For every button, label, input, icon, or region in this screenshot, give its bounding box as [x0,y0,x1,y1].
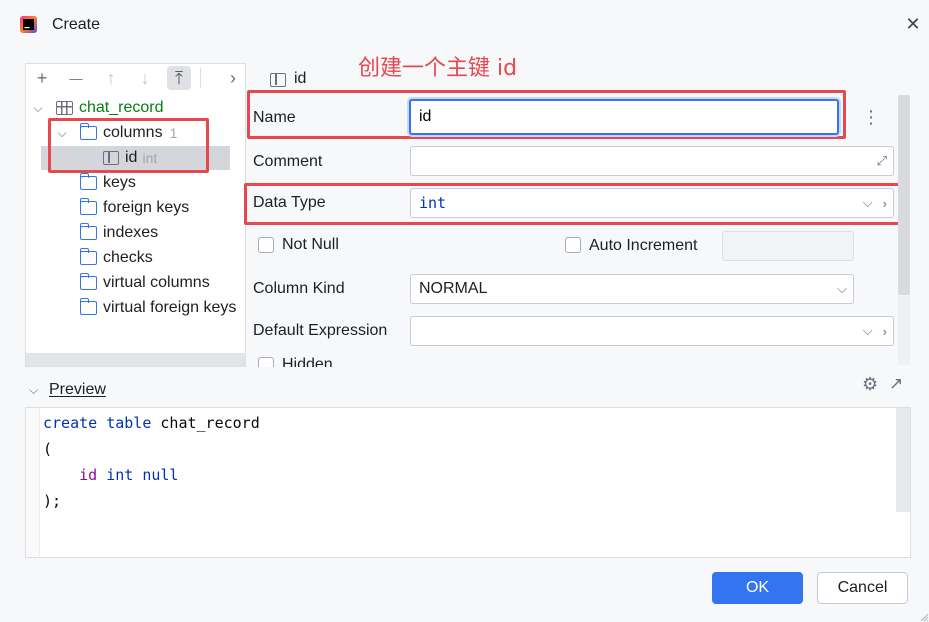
not-null-label: Not Null [282,236,339,253]
default-expression-label: Default Expression [253,322,388,339]
code-line: ); [43,492,62,510]
datatype-label: Data Type [253,194,326,211]
tree-item-virtual-foreign-keys[interactable]: virtual foreign keys [80,296,245,320]
column-header-title: id [294,70,307,87]
tree-item-label: checks [103,249,153,266]
preview-scrollbar[interactable] [896,408,910,512]
folder-icon [79,248,97,265]
chevron-right-icon[interactable]: › [883,324,887,339]
open-external-icon[interactable]: ↗ [889,374,903,394]
not-null-checkbox[interactable] [258,237,274,253]
dropdown-arrows[interactable]: ⌵ › [863,189,887,217]
chevron-down-icon[interactable]: ⌵ [863,195,873,211]
column-kind-select[interactable]: NORMAL ⌵ [410,274,854,304]
table-icon [56,101,73,115]
tree-item-indexes[interactable]: indexes [79,221,159,245]
highlight-box [48,118,209,173]
preview-code: create table chat_record ( id int null )… [43,410,260,514]
tree-item-table[interactable]: ⌵ chat_record [30,96,244,120]
app-logo-icon [20,16,37,33]
code-line: create table chat_record [43,410,260,436]
code-keyword: create table [43,414,161,432]
default-expression-dropdown[interactable]: ⌵ › [410,316,894,346]
auto-increment-label: Auto Increment [589,237,698,254]
comment-label: Comment [253,153,323,170]
chevron-down-icon[interactable]: ⌵ [863,323,873,339]
remove-button[interactable]: — [64,66,88,90]
column-kind-label: Column Kind [253,280,345,297]
window-title: Create [52,16,101,33]
folder-icon [79,198,97,215]
move-up-button[interactable]: ↑ [99,66,123,90]
close-icon[interactable]: ✕ [903,14,923,34]
cancel-button[interactable]: Cancel [817,572,908,604]
expand-icon[interactable]: ⤢ [877,147,887,175]
table-name: chat_record [79,99,164,116]
code-line: ( [43,440,53,458]
column-kind-value: NORMAL [419,280,488,297]
form-scrollbar-thumb[interactable] [898,95,910,295]
tree-item-foreign-keys[interactable]: foreign keys [79,196,190,220]
chevron-right-icon[interactable]: › [883,196,887,211]
datatype-value: int [419,194,447,212]
code-identifier: chat_record [160,414,260,432]
chevron-down-icon[interactable]: ⌵ [30,101,46,116]
tree-item-label: virtual columns [103,274,210,291]
tree-item-label: virtual foreign keys [103,299,237,316]
tree-item-keys[interactable]: keys [79,171,136,195]
name-input[interactable] [409,99,839,135]
chevron-down-icon[interactable]: ⌵ [837,275,847,303]
tree-item-virtual-columns[interactable]: virtual columns [79,271,210,295]
auto-increment-value-input [722,231,854,261]
title-bar [0,0,929,50]
tree-item-checks[interactable]: checks [79,246,153,270]
dropdown-arrows[interactable]: ⌵ › [863,317,887,345]
tree-item-label: indexes [103,224,159,241]
code-line: id int null [43,462,260,488]
tree-item-label: keys [103,174,136,191]
horizontal-scrollbar[interactable] [26,353,245,366]
editor-gutter [26,408,40,557]
more-chevron-icon[interactable]: › [221,66,245,90]
code-keyword: int null [97,466,179,484]
add-button[interactable]: + [30,66,54,90]
chevron-down-icon[interactable]: ⌵ [29,383,38,398]
hidden-label: Hidden [282,356,333,367]
folder-icon [79,223,97,240]
folder-icon [79,173,97,190]
comment-input[interactable]: ⤢ [410,146,894,176]
hidden-checkbox[interactable] [258,357,274,367]
column-icon [270,73,286,87]
code-column: id [79,466,98,484]
auto-increment-checkbox[interactable] [565,237,581,253]
datatype-dropdown[interactable]: int ⌵ › [410,188,894,218]
preview-label[interactable]: Preview [49,381,106,399]
more-vertical-icon[interactable]: ⋮ [862,106,880,128]
tree-item-label: foreign keys [103,199,190,216]
folder-icon [79,273,97,290]
move-top-button[interactable]: ⤒ [167,66,191,90]
name-label: Name [253,109,296,126]
annotation-text: 创建一个主键 id [358,56,518,81]
toolbar-separator [200,68,201,88]
move-down-button[interactable]: ↓ [133,66,157,90]
folder-icon [80,298,97,315]
settings-gear-icon[interactable]: ⚙ [862,374,878,395]
hidden-row-clip: Hidden [250,354,390,367]
ok-button[interactable]: OK [712,572,803,604]
resize-grip-icon[interactable] [919,612,929,622]
